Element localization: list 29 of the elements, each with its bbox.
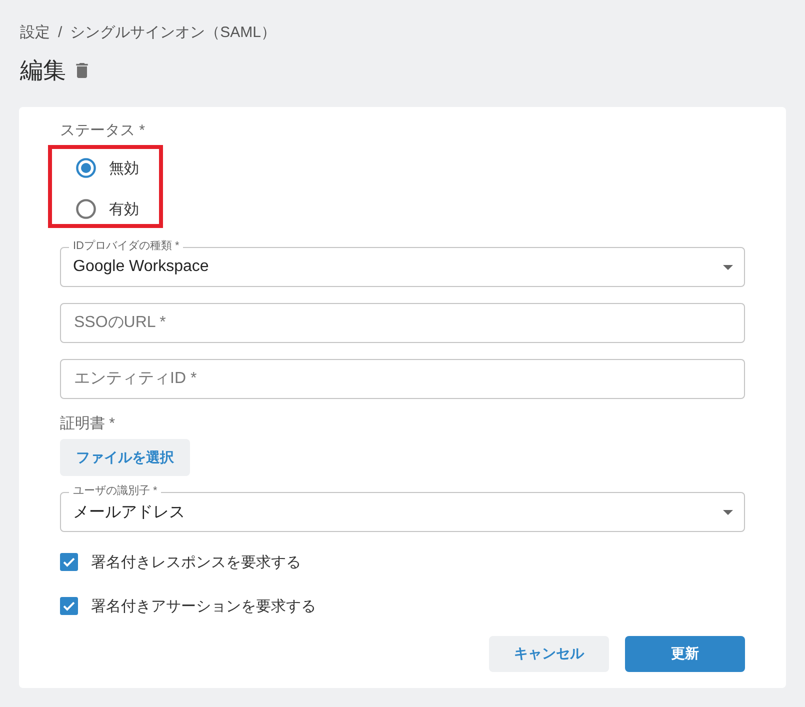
radio-button[interactable] bbox=[76, 158, 96, 178]
checkbox-label: 署名付きレスポンスを要求する bbox=[91, 552, 301, 572]
field-label: 証明書 * bbox=[60, 414, 116, 434]
update-button[interactable]: 更新 bbox=[625, 636, 745, 672]
field-label: ユーザの識別子 * bbox=[69, 484, 162, 499]
caret-icon bbox=[723, 264, 733, 270]
choose-file-button[interactable]: ファイルを選択 bbox=[60, 439, 190, 476]
radio-button[interactable] bbox=[76, 199, 96, 219]
select-field[interactable]: IDプロバイダの種類 * Google Workspace bbox=[60, 239, 745, 287]
field-label: IDプロバイダの種類 * bbox=[69, 239, 184, 254]
checkbox[interactable] bbox=[60, 553, 78, 571]
caret-icon bbox=[723, 510, 733, 514]
page-title: 編集 bbox=[20, 56, 66, 85]
input-field[interactable]: SSOのURL * bbox=[60, 303, 745, 343]
breadcrumb-separator: / bbox=[58, 23, 62, 43]
trash-icon bbox=[76, 62, 88, 78]
checkbox[interactable] bbox=[60, 597, 78, 615]
input-field[interactable]: エンティティID * bbox=[60, 359, 745, 399]
delete-button[interactable] bbox=[76, 62, 88, 78]
breadcrumb-link[interactable]: 設定 bbox=[20, 23, 50, 43]
select-field[interactable]: ユーザの識別子 * メールアドレス bbox=[60, 484, 745, 532]
cancel-button[interactable]: キャンセル bbox=[489, 636, 609, 672]
radio-label: 無効 bbox=[109, 158, 139, 178]
radio-label: 有効 bbox=[109, 200, 139, 218]
select-value: メールアドレス bbox=[73, 502, 185, 522]
breadcrumb-link[interactable]: シングルサインオン（SAML） bbox=[70, 23, 276, 43]
select-value: Google Workspace bbox=[73, 258, 209, 276]
checkbox-label: 署名付きアサーションを要求する bbox=[91, 596, 316, 616]
status-label: ステータス * bbox=[60, 121, 146, 141]
